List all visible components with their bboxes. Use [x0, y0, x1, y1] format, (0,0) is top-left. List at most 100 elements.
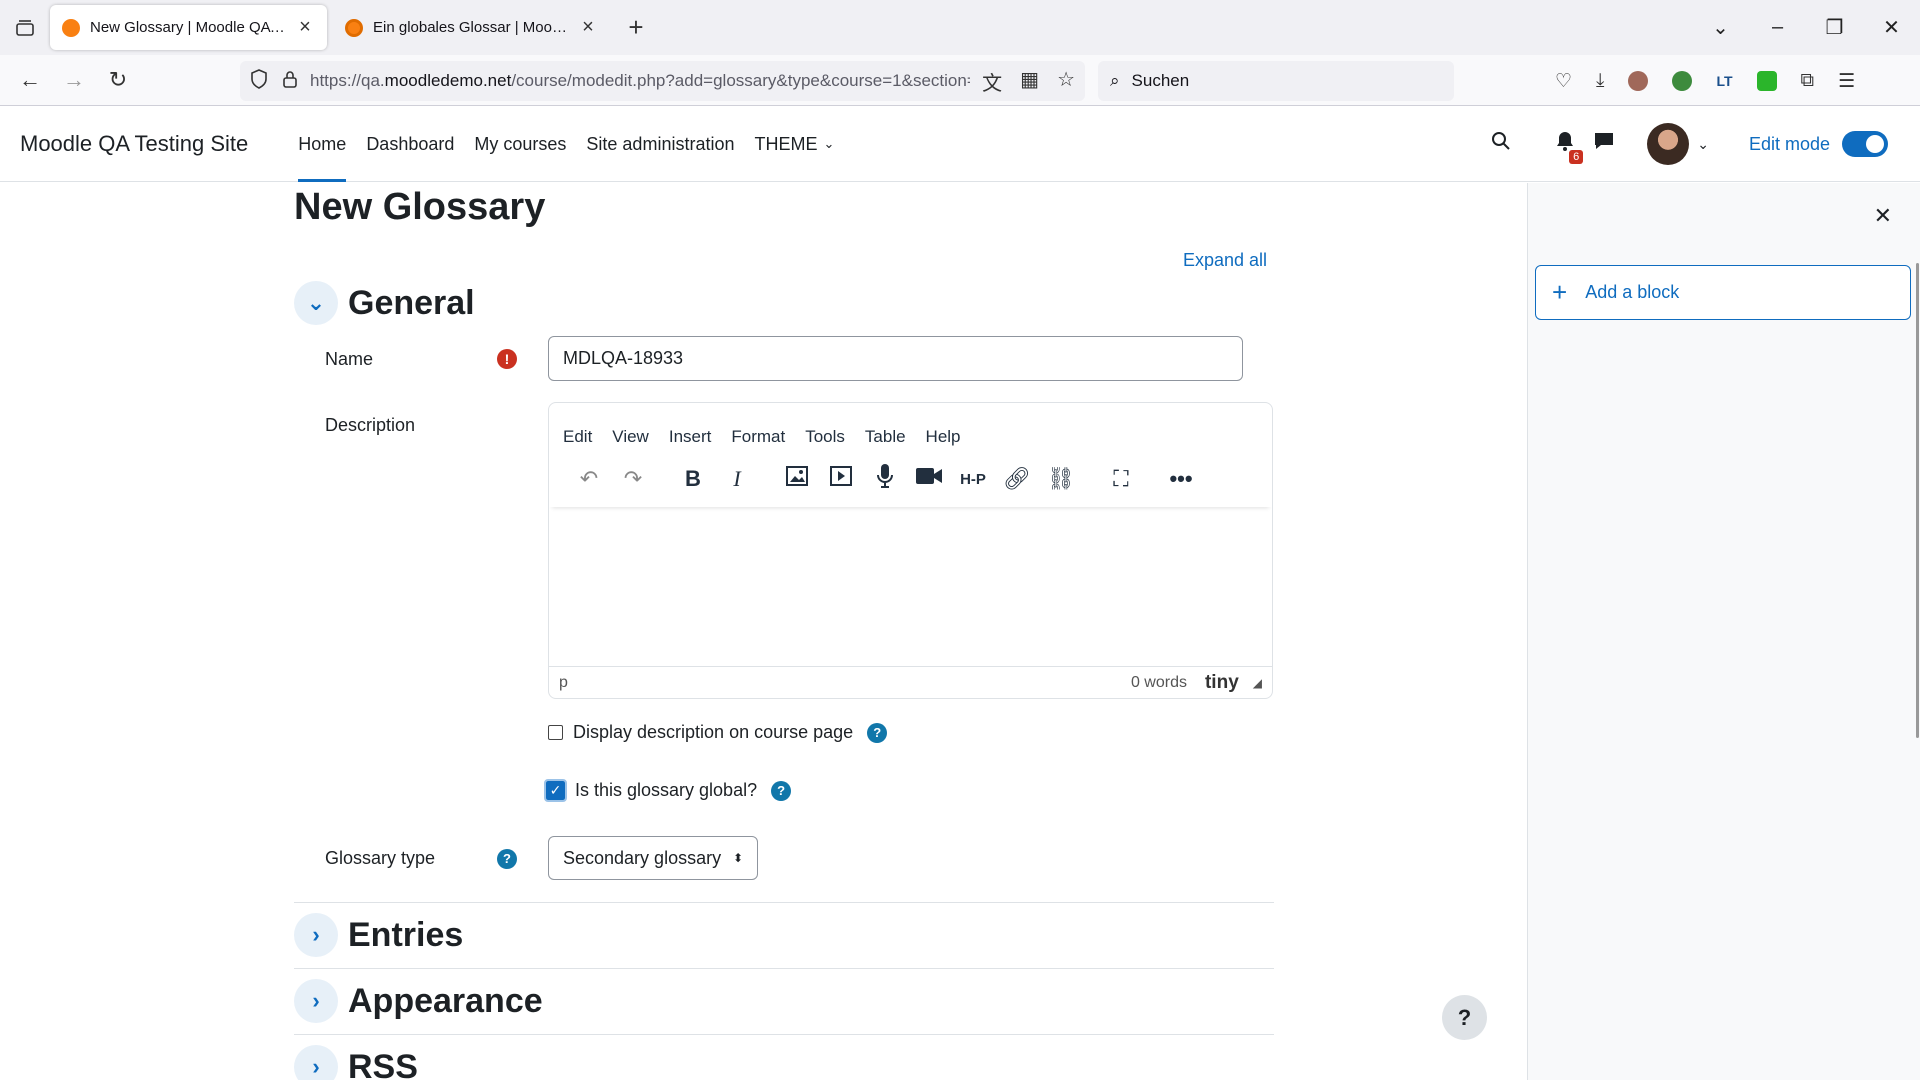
edit-mode-toggle[interactable] [1842, 131, 1888, 157]
url-path: /course/modedit.php?add=glossary&type&co… [511, 71, 970, 90]
display-description-row: Display description on course page ? [548, 722, 888, 743]
expand-all-link[interactable]: Expand all [1183, 250, 1267, 271]
editor-content-area[interactable] [549, 507, 1272, 657]
description-editor: Edit View Insert Format Tools Table Help… [548, 402, 1273, 699]
chevron-right-icon[interactable]: › [294, 913, 338, 957]
h5p-icon[interactable]: H-P [951, 471, 995, 488]
fullscreen-icon[interactable]: ⛶ [1099, 466, 1143, 492]
undo-icon[interactable]: ↶ [567, 466, 611, 492]
nav-my-courses[interactable]: My courses [464, 107, 576, 182]
browser-search-bar[interactable]: ⌕ Suchen [1098, 61, 1454, 101]
menu-edit[interactable]: Edit [563, 427, 592, 447]
element-path[interactable]: p [559, 674, 568, 692]
chevron-right-icon[interactable]: › [294, 979, 338, 1023]
bookmark-star-icon[interactable]: ☆ [1057, 67, 1075, 96]
add-block-button[interactable]: + Add a block [1535, 265, 1911, 320]
display-description-label[interactable]: Display description on course page [573, 722, 853, 743]
media-icon[interactable] [819, 466, 863, 492]
edit-mode-label: Edit mode [1748, 133, 1830, 154]
nav-dashboard[interactable]: Dashboard [356, 107, 464, 182]
tab-close-icon[interactable]: × [295, 16, 315, 39]
close-window-icon[interactable]: ✕ [1863, 15, 1920, 40]
glossary-type-select[interactable]: Secondary glossary ⬍ [548, 836, 758, 880]
help-icon[interactable]: ? [867, 722, 888, 743]
moodle-docs-favicon-icon [345, 18, 363, 37]
shield-green-extension-icon[interactable] [1756, 71, 1777, 91]
italic-icon[interactable]: I [715, 466, 759, 492]
tab-title: New Glossary | Moodle QA Testing Site [90, 19, 285, 36]
menu-table[interactable]: Table [865, 427, 906, 447]
close-drawer-icon[interactable]: ✕ [1874, 203, 1892, 229]
menu-insert[interactable]: Insert [669, 427, 712, 447]
word-count[interactable]: 0 words [1131, 674, 1187, 692]
extensions-puzzle-icon[interactable]: ⧉ [1801, 70, 1815, 92]
redo-icon[interactable]: ↷ [611, 466, 655, 492]
page-scrollbar[interactable] [1916, 263, 1919, 738]
chevron-down-icon[interactable]: ⌄ [294, 281, 338, 325]
downloads-icon[interactable]: ⤓ [1596, 70, 1604, 92]
unlink-icon[interactable]: ⛓︎ [1039, 466, 1083, 492]
section-rss-header[interactable]: › RSS [294, 1045, 418, 1080]
profile-extension-icon[interactable] [1628, 71, 1649, 91]
restore-icon[interactable]: ❐ [1806, 15, 1863, 40]
footer-help-button[interactable]: ? [1442, 995, 1487, 1040]
help-icon[interactable]: ? [771, 780, 792, 801]
translate-icon[interactable]: 文 [982, 67, 1002, 96]
nav-home[interactable]: Home [288, 107, 356, 182]
section-entries-header[interactable]: › Entries [294, 913, 463, 957]
nav-theme[interactable]: THEME ⌄ [744, 107, 844, 182]
tiny-logo[interactable]: tiny [1205, 672, 1239, 694]
glossary-type-value: Secondary glossary [563, 848, 722, 868]
plus-icon: + [1552, 277, 1568, 307]
languagetool-icon[interactable]: LT [1716, 73, 1732, 89]
messages-icon[interactable] [1593, 131, 1615, 157]
browser-tab-glossar-docs[interactable]: Ein globales Glossar | Moodle 4.1 docume… [333, 5, 610, 50]
shield-icon[interactable] [250, 68, 268, 94]
tab-list-icon[interactable] [0, 0, 50, 55]
search-icon[interactable] [1491, 131, 1511, 157]
editor-menubar: Edit View Insert Format Tools Table Help [549, 403, 1272, 451]
resize-handle-icon[interactable]: ◢ [1253, 676, 1262, 690]
bold-icon[interactable]: B [671, 466, 715, 492]
help-icon[interactable]: ? [497, 849, 517, 869]
global-glossary-label[interactable]: Is this glossary global? [575, 780, 757, 801]
display-description-checkbox[interactable] [548, 725, 563, 740]
section-appearance-label: Appearance [348, 981, 543, 1020]
global-glossary-row: ✓ Is this glossary global? ? [544, 779, 792, 802]
menu-help[interactable]: Help [926, 427, 961, 447]
ublock-extension-icon[interactable] [1672, 71, 1693, 91]
qr-code-icon[interactable]: ▦ [1020, 67, 1039, 96]
link-icon[interactable]: 🔗︎ [995, 466, 1039, 492]
lock-icon[interactable] [282, 70, 298, 93]
back-icon[interactable]: ← [8, 60, 52, 100]
user-avatar[interactable] [1647, 123, 1690, 165]
name-input[interactable]: MDLQA-18933 [548, 336, 1243, 381]
menu-view[interactable]: View [612, 427, 649, 447]
image-icon[interactable] [775, 466, 819, 492]
user-menu-chevron-down-icon[interactable]: ⌄ [1697, 136, 1709, 153]
site-name[interactable]: Moodle QA Testing Site [20, 131, 248, 157]
record-video-icon[interactable] [907, 466, 951, 492]
hamburger-menu-icon[interactable]: ☰ [1838, 70, 1855, 93]
tab-close-icon[interactable]: × [578, 16, 598, 39]
chevron-right-icon[interactable]: › [294, 1045, 338, 1080]
new-tab-icon[interactable]: + [616, 12, 656, 43]
nav-site-administration[interactable]: Site administration [576, 107, 744, 182]
menu-tools[interactable]: Tools [805, 427, 845, 447]
notifications-bell-icon[interactable]: 6 [1555, 130, 1584, 164]
url-actions: 文 ▦ ☆ [982, 67, 1075, 96]
section-general-header[interactable]: ⌄ General [294, 281, 475, 325]
toolbar-extensions: ♡ ⤓ LT ⧉ ☰ [1555, 61, 1855, 101]
forward-icon[interactable]: → [52, 60, 96, 100]
list-all-tabs-icon[interactable]: ⌄ [1692, 15, 1749, 40]
reload-icon[interactable]: ↻ [96, 60, 140, 100]
more-icon[interactable]: ••• [1159, 466, 1203, 492]
browser-tab-new-glossary[interactable]: New Glossary | Moodle QA Testing Site × [50, 5, 327, 50]
minimize-icon[interactable]: – [1749, 16, 1806, 39]
record-audio-icon[interactable] [863, 463, 907, 495]
menu-format[interactable]: Format [731, 427, 785, 447]
pocket-icon[interactable]: ♡ [1555, 70, 1572, 93]
global-glossary-checkbox[interactable]: ✓ [544, 779, 567, 802]
url-bar[interactable]: https://qa.moodledemo.net/course/modedit… [240, 61, 1085, 101]
section-appearance-header[interactable]: › Appearance [294, 979, 543, 1023]
